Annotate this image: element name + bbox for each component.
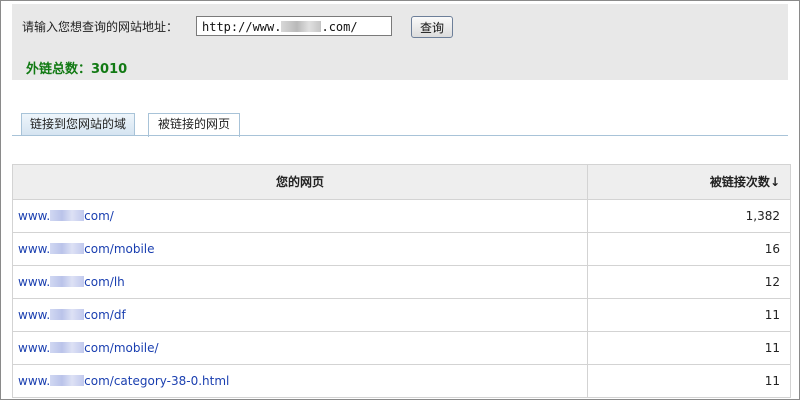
url-input[interactable]: http://www. .com/: [196, 16, 392, 36]
link-suffix: com/category-38-0.html: [84, 374, 230, 388]
url-prefix: http://www.: [202, 20, 282, 34]
page-link[interactable]: www. com/mobile: [18, 242, 155, 256]
redacted-domain: [50, 375, 85, 386]
table-header: 您的网页 被链接次数↓: [13, 165, 790, 200]
page-cell: www. com/mobile/: [13, 332, 588, 364]
link-suffix: com/mobile/: [84, 341, 159, 355]
link-suffix: com/mobile: [84, 242, 155, 256]
link-count-cell: 11: [764, 374, 780, 388]
table-row: www. com/df 11: [13, 299, 790, 332]
table-row: www. com/lh 12: [13, 266, 790, 299]
page-link[interactable]: www. com/df: [18, 308, 126, 322]
query-panel: 请输入您想查询的网站地址： http://www. .com/ 查询 外链总数：3…: [12, 4, 788, 80]
tab-linking-domains[interactable]: 链接到您网站的域: [21, 113, 135, 135]
link-count-cell: 1,382: [745, 209, 780, 223]
redacted-domain: [50, 243, 85, 254]
page-link[interactable]: www. com/category-38-0.html: [18, 374, 229, 388]
link-suffix: com/: [84, 209, 114, 223]
link-prefix: www.: [18, 341, 51, 355]
link-count-cell: 16: [764, 242, 780, 256]
query-label: 请输入您想查询的网站地址：: [22, 20, 179, 34]
header-link-count-label: 被链接次数: [709, 175, 770, 189]
redacted-domain: [50, 309, 85, 320]
tabs-divider: [12, 135, 788, 136]
page-cell: www. com/lh: [13, 266, 588, 298]
page-link[interactable]: www. com/lh: [18, 275, 125, 289]
tab-linked-pages[interactable]: 被链接的网页: [148, 113, 240, 137]
table-row: www. com/category-38-0.html 11: [13, 365, 790, 398]
link-count-cell: 11: [764, 308, 780, 322]
redacted-domain: [281, 21, 322, 32]
page-frame: 请输入您想查询的网站地址： http://www. .com/ 查询 外链总数：3…: [0, 0, 800, 400]
tab-linked-pages-label: 被链接的网页: [157, 117, 230, 131]
table-row: www. com/ 1,382: [13, 200, 790, 233]
link-suffix: com/df: [84, 308, 126, 322]
redacted-domain: [50, 342, 85, 353]
link-count-cell: 11: [764, 341, 780, 355]
tab-linking-domains-label: 链接到您网站的域: [29, 117, 126, 131]
link-prefix: www.: [18, 242, 51, 256]
linked-pages-table: 您的网页 被链接次数↓ www. com/ 1,382 www. com/mobil…: [12, 164, 791, 398]
header-your-page: 您的网页: [13, 165, 588, 199]
page-cell: www. com/: [13, 200, 588, 232]
link-prefix: www.: [18, 308, 51, 322]
sort-down-icon: ↓: [769, 175, 780, 189]
link-prefix: www.: [18, 275, 51, 289]
redacted-domain: [50, 276, 85, 287]
page-cell: www. com/df: [13, 299, 588, 331]
page-link[interactable]: www. com/: [18, 209, 114, 223]
link-prefix: www.: [18, 209, 51, 223]
page-cell: www. com/category-38-0.html: [13, 365, 588, 397]
page-cell: www. com/mobile: [13, 233, 588, 265]
page-link[interactable]: www. com/mobile/: [18, 341, 159, 355]
link-count-cell: 12: [764, 275, 780, 289]
table-row: www. com/mobile/ 11: [13, 332, 790, 365]
header-link-count[interactable]: 被链接次数↓: [588, 165, 790, 199]
link-prefix: www.: [18, 374, 51, 388]
total-links-count: 外链总数：3010: [26, 62, 128, 77]
url-suffix: .com/: [321, 20, 358, 34]
link-suffix: com/lh: [84, 275, 125, 289]
url-input-value: http://www. .com/: [202, 20, 358, 34]
redacted-domain: [50, 210, 85, 221]
table-row: www. com/mobile 16: [13, 233, 790, 266]
query-button[interactable]: 查询: [411, 16, 453, 38]
